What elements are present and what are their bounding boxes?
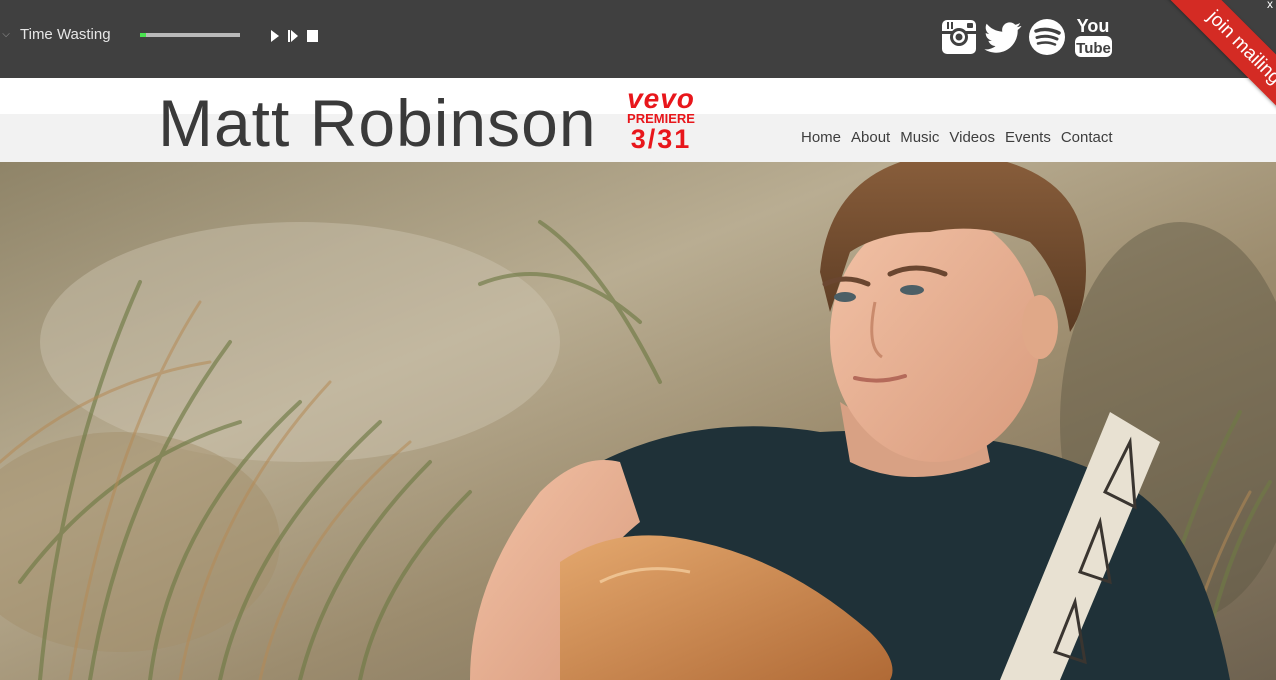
track-progress-fill <box>140 33 146 37</box>
instagram-icon[interactable] <box>940 16 980 58</box>
play-icon[interactable] <box>268 28 282 44</box>
mailing-list-ribbon-container: join mailing list x <box>1126 0 1276 150</box>
twitter-icon[interactable] <box>983 16 1023 58</box>
youtube-icon-text-bottom: Tube <box>1076 40 1111 57</box>
nav-home[interactable]: Home <box>801 129 841 147</box>
site-title[interactable]: Matt Robinson <box>158 83 597 163</box>
stop-icon[interactable] <box>306 28 320 44</box>
youtube-icon-text-top: You <box>1077 16 1110 36</box>
music-player-bar: ⌵ Time Wasting You Tube <box>0 0 1276 78</box>
nav-music[interactable]: Music <box>900 129 939 147</box>
vevo-logo: vevo <box>627 83 695 114</box>
spotify-icon[interactable] <box>1028 16 1068 58</box>
premiere-date: 3/31 <box>630 124 692 154</box>
hero-image <box>0 162 1276 680</box>
nav-events[interactable]: Events <box>1005 129 1051 147</box>
close-icon[interactable]: x <box>1267 0 1273 11</box>
nav-videos[interactable]: Videos <box>949 129 995 147</box>
track-progress-bar[interactable] <box>140 33 240 37</box>
chevron-down-icon[interactable]: ⌵ <box>0 28 12 42</box>
next-track-icon[interactable] <box>286 28 300 44</box>
site-header: Matt Robinson vevo PREMIERE 3/31 Home Ab… <box>0 78 1276 162</box>
main-nav: Home About Music Videos Events Contact <box>801 129 1113 147</box>
nav-contact[interactable]: Contact <box>1061 129 1113 147</box>
join-mailing-list-ribbon[interactable]: join mailing list <box>1163 0 1276 149</box>
vevo-premiere-badge[interactable]: vevo PREMIERE 3/31 <box>616 83 706 154</box>
youtube-icon[interactable]: You Tube <box>1074 16 1114 58</box>
nav-about[interactable]: About <box>851 129 890 147</box>
track-title: Time Wasting <box>20 26 111 43</box>
